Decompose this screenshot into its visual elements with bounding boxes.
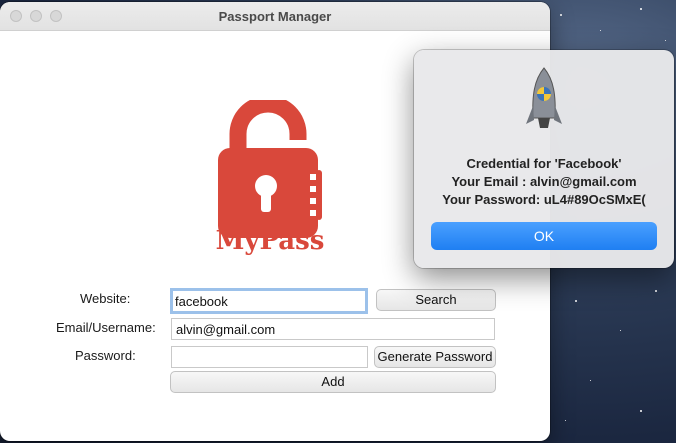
search-button[interactable]: Search — [376, 289, 496, 311]
ok-button[interactable]: OK — [431, 222, 657, 250]
padlock-open-icon — [218, 100, 322, 238]
add-button[interactable]: Add — [170, 371, 496, 393]
alert-email-text: Your Email : alvin@gmail.com — [451, 174, 637, 189]
website-label: Website: — [80, 291, 131, 306]
generate-password-button[interactable]: Generate Password — [374, 346, 496, 368]
window-title: Passport Manager — [218, 9, 332, 24]
credential-alert-dialog: Credential for 'Facebook' Your Email : a… — [414, 50, 674, 268]
alert-password-text: Your Password: uL4#89OcSMxE( — [442, 192, 646, 207]
logo-text: MyPass — [215, 226, 325, 256]
email-label: Email/Username: — [56, 320, 156, 335]
title-bar[interactable]: Passport Manager — [0, 2, 550, 31]
email-input[interactable] — [171, 318, 495, 340]
password-input[interactable] — [171, 346, 368, 368]
password-label: Password: — [75, 348, 136, 363]
python-rocket-icon — [526, 67, 562, 128]
alert-title: Credential for 'Facebook' — [466, 156, 622, 171]
website-input[interactable] — [170, 288, 368, 314]
